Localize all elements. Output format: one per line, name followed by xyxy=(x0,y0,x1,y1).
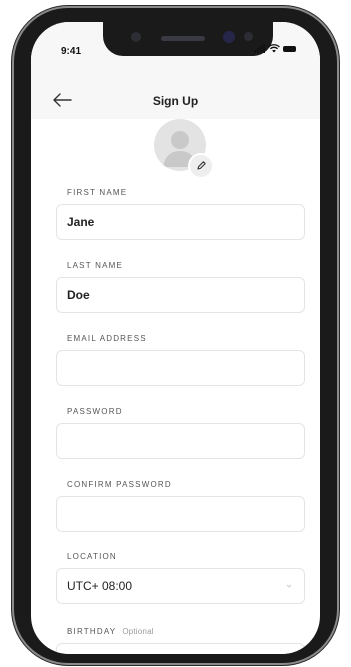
birthday-label-text: BIRTHDAY xyxy=(67,627,117,636)
edit-avatar-button[interactable] xyxy=(188,153,214,179)
last-name-label: LAST NAME xyxy=(67,261,123,270)
status-time: 9:41 xyxy=(61,46,82,57)
device-mockup: 9:41 Sign Up FIRST NAME Jane LAST NAME D… xyxy=(0,0,351,667)
page-title: Sign Up xyxy=(152,94,199,108)
first-name-label: FIRST NAME xyxy=(67,188,128,197)
status-icons xyxy=(254,44,296,53)
location-select[interactable]: UTC+ 08:00 xyxy=(56,568,305,604)
first-name-input[interactable]: Jane xyxy=(56,204,305,240)
password-label: PASSWORD xyxy=(67,407,123,416)
location-value: UTC+ 08:00 xyxy=(67,579,133,593)
signal-icon xyxy=(254,44,265,53)
email-label: EMAIL ADDRESS xyxy=(67,334,147,343)
confirm-password-input[interactable] xyxy=(56,496,305,532)
birthday-input[interactable] xyxy=(56,643,305,654)
pencil-icon xyxy=(197,161,206,170)
last-name-input[interactable]: Doe xyxy=(56,277,305,313)
phone-screen: 9:41 Sign Up FIRST NAME Jane LAST NAME D… xyxy=(31,22,320,654)
power-button xyxy=(337,160,340,220)
battery-icon xyxy=(283,46,296,52)
wifi-icon xyxy=(268,44,280,53)
email-input[interactable] xyxy=(56,350,305,386)
chevron-down-icon xyxy=(286,584,292,588)
birthday-label: BIRTHDAY Optional xyxy=(67,627,154,636)
birthday-optional-hint: Optional xyxy=(122,627,154,636)
location-label: LOCATION xyxy=(67,552,117,561)
notch xyxy=(103,22,273,56)
password-input[interactable] xyxy=(56,423,305,459)
confirm-password-label: CONFIRM PASSWORD xyxy=(67,480,172,489)
